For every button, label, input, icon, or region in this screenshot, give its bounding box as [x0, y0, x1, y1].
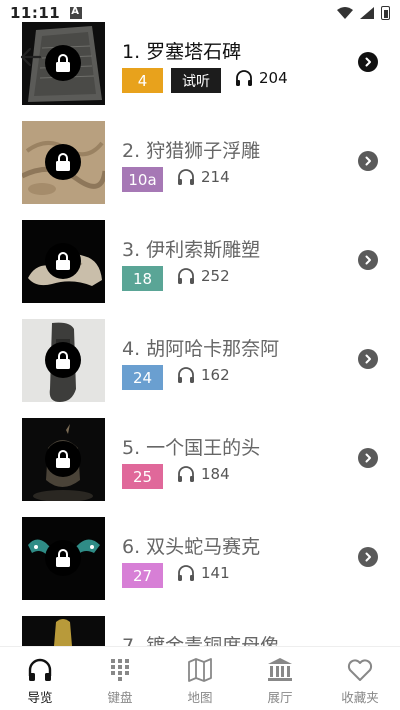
item-title: 1. 罗塞塔石碑 — [122, 41, 242, 63]
chevron-right-icon[interactable] — [358, 250, 378, 270]
exhibit-number-badge: 4 — [122, 68, 163, 93]
lock-icon — [56, 351, 70, 369]
headphones-icon — [178, 466, 194, 482]
lock-icon — [56, 252, 70, 270]
headphones-icon — [178, 367, 194, 383]
play-count-value: 204 — [259, 69, 288, 87]
headphones-icon — [178, 169, 194, 185]
item-thumbnail — [22, 616, 105, 646]
back-arrow-icon[interactable] — [20, 46, 42, 68]
tab-map[interactable]: 地图 — [160, 647, 240, 710]
exhibit-number-badge: 10a — [122, 167, 163, 192]
tab-guide[interactable]: 导览 — [0, 647, 80, 710]
lock-badge — [45, 342, 81, 378]
bottom-tab-bar: 导览 键盘 地图 展厅 收藏夹 — [0, 646, 400, 710]
lock-icon — [56, 549, 70, 567]
keypad-icon — [111, 659, 129, 681]
chevron-right-icon[interactable] — [358, 547, 378, 567]
headphones-icon — [178, 565, 194, 581]
play-count: 214 — [177, 168, 230, 186]
lock-icon — [56, 54, 70, 72]
play-count: 252 — [177, 267, 230, 285]
status-bar: 11:11 — [0, 0, 400, 26]
tab-label: 导览 — [27, 690, 53, 705]
tab-label: 展厅 — [267, 690, 293, 705]
play-count: 184 — [177, 465, 230, 483]
item-title: 6. 双头蛇马赛克 — [122, 536, 261, 558]
item-title: 7. 镀金青铜度母像 — [122, 635, 280, 646]
battery-icon — [381, 6, 390, 20]
chevron-right-icon[interactable] — [358, 52, 378, 72]
gilded-tara-image — [54, 619, 72, 646]
tab-galleries[interactable]: 展厅 — [240, 647, 320, 710]
play-count: 204 — [235, 69, 288, 87]
status-time: 11:11 — [10, 4, 61, 22]
play-count-value: 214 — [201, 168, 230, 186]
signal-icon — [360, 7, 374, 19]
map-icon — [188, 658, 212, 682]
tab-label: 收藏夹 — [341, 690, 379, 705]
item-title: 4. 胡阿哈卡那奈阿 — [122, 338, 280, 360]
play-count-value: 252 — [201, 267, 230, 285]
status-indicators — [337, 6, 390, 20]
lock-badge — [45, 144, 81, 180]
exhibit-number-badge: 18 — [122, 266, 163, 291]
tour-item-6[interactable]: 6. 双头蛇马赛克 27 141 — [0, 517, 400, 616]
tour-list: 1. 罗塞塔石碑 4 试听 204 2. 狩猎狮子浮雕 10a 214 3. 伊… — [0, 22, 400, 646]
play-count-value: 184 — [201, 465, 230, 483]
tab-label: 键盘 — [107, 690, 133, 705]
item-title: 5. 一个国王的头 — [122, 437, 261, 459]
tour-item-4[interactable]: 4. 胡阿哈卡那奈阿 24 162 — [0, 319, 400, 418]
lock-icon — [56, 153, 70, 171]
wifi-icon — [337, 7, 353, 19]
exhibit-number-badge: 24 — [122, 365, 163, 390]
play-count: 141 — [177, 564, 230, 582]
tab-favorites[interactable]: 收藏夹 — [320, 647, 400, 710]
chevron-right-icon[interactable] — [358, 349, 378, 369]
item-thumbnail — [22, 121, 105, 204]
chevron-right-icon[interactable] — [358, 151, 378, 171]
tour-item-3[interactable]: 3. 伊利索斯雕塑 18 252 — [0, 220, 400, 319]
heart-icon — [347, 659, 373, 681]
headphones-icon — [236, 70, 252, 86]
item-thumbnail — [22, 319, 105, 402]
item-thumbnail — [22, 220, 105, 303]
lock-badge — [45, 540, 81, 576]
preview-badge[interactable]: 试听 — [171, 68, 221, 93]
lock-badge — [45, 243, 81, 279]
exhibit-number-badge: 25 — [122, 464, 163, 489]
tour-item-2[interactable]: 2. 狩猎狮子浮雕 10a 214 — [0, 121, 400, 220]
item-title: 2. 狩猎狮子浮雕 — [122, 140, 261, 162]
play-count-value: 162 — [201, 366, 230, 384]
tour-item-5[interactable]: 5. 一个国王的头 25 184 — [0, 418, 400, 517]
tab-keypad[interactable]: 键盘 — [80, 647, 160, 710]
lock-badge — [45, 441, 81, 477]
item-thumbnail — [22, 418, 105, 501]
item-title: 3. 伊利索斯雕塑 — [122, 239, 261, 261]
lock-badge — [45, 45, 81, 81]
museum-icon — [268, 658, 292, 681]
sim-icon — [70, 6, 83, 19]
tour-item-1[interactable]: 1. 罗塞塔石碑 4 试听 204 — [0, 22, 400, 121]
headphones-icon — [178, 268, 194, 284]
play-count-value: 141 — [201, 564, 230, 582]
play-count: 162 — [177, 366, 230, 384]
tab-label: 地图 — [187, 690, 213, 705]
item-thumbnail — [22, 517, 105, 600]
tour-item-7[interactable]: 7. 镀金青铜度母像 — [0, 616, 400, 646]
exhibit-number-badge: 27 — [122, 563, 163, 588]
chevron-right-icon[interactable] — [358, 448, 378, 468]
headphones-icon — [28, 658, 52, 681]
lock-icon — [56, 450, 70, 468]
